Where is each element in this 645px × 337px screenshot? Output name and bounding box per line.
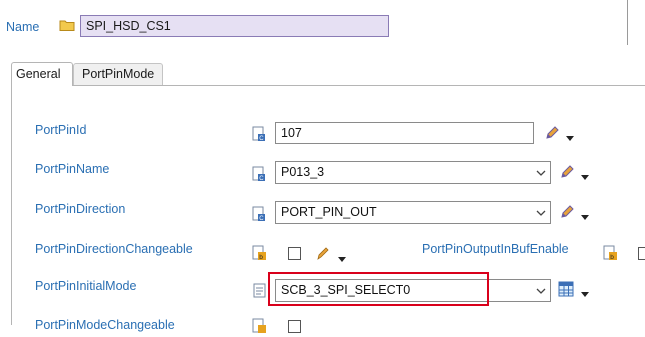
tab-general-label: General [16,67,61,81]
name-value-field[interactable]: SPI_HSD_CS1 [80,15,389,37]
boolean-param-icon: b [252,245,268,264]
reference-param-icon [253,283,267,302]
table-grid-icon[interactable] [558,281,574,300]
boolean-param-icon [252,318,268,337]
edit-dropdown-icon[interactable] [566,130,574,145]
port-pin-name-label: PortPinName [35,162,110,176]
chevron-down-icon[interactable] [532,280,550,301]
panel-divider [627,0,628,45]
port-pin-direction-combo[interactable]: PORT_PIN_OUT [275,201,551,224]
svg-text:b: b [610,254,614,261]
tab-general[interactable]: General [11,62,73,86]
port-pin-mode-changeable-label: PortPinModeChangeable [35,318,175,332]
edit-dropdown-icon[interactable] [338,251,346,266]
edit-pen-icon[interactable] [544,125,560,144]
folder-icon [59,18,75,35]
port-pin-direction-value: PORT_PIN_OUT [281,205,377,219]
tab-portpinmode-label: PortPinMode [82,67,155,81]
port-pin-direction-label: PortPinDirection [35,202,126,216]
mode-changeable-checkbox[interactable] [288,320,301,333]
tab-strip-line [73,85,645,86]
highlight-box [268,272,489,306]
edit-dropdown-icon[interactable] [581,209,589,224]
port-pin-id-label: PortPinId [35,123,87,137]
port-pin-direction-changeable-label: PortPinDirectionChangeable [35,242,193,256]
enum-param-icon: C [252,206,266,225]
port-pin-name-value: P013_3 [281,165,325,179]
tab-content-border [11,85,12,325]
tab-portpinmode[interactable]: PortPinMode [73,63,163,86]
output-in-buf-enable-checkbox[interactable] [638,247,645,260]
integer-param-icon: C [252,126,266,145]
edit-pencil-icon[interactable] [316,245,330,264]
name-label: Name [6,20,40,34]
svg-text:C: C [259,136,264,142]
edit-dropdown-icon[interactable] [581,169,589,184]
chevron-down-icon[interactable] [532,202,550,223]
edit-dropdown-icon[interactable] [581,286,589,301]
boolean-param-icon: b [603,245,619,264]
direction-changeable-checkbox[interactable] [288,247,301,260]
name-value: SPI_HSD_CS1 [86,19,171,33]
svg-text:C: C [259,176,264,182]
svg-text:b: b [259,254,263,261]
edit-pen-icon[interactable] [559,164,575,183]
chevron-down-icon[interactable] [532,162,550,183]
port-pin-initial-mode-label: PortPinInitialMode [35,279,137,293]
port-pin-id-input[interactable]: 107 [275,122,534,144]
edit-pen-icon[interactable] [559,204,575,223]
svg-text:C: C [259,216,264,222]
port-pin-name-combo[interactable]: P013_3 [275,161,551,184]
string-param-icon: C [252,166,266,185]
port-pin-output-in-buf-enable-label: PortPinOutputInBufEnable [422,242,569,256]
